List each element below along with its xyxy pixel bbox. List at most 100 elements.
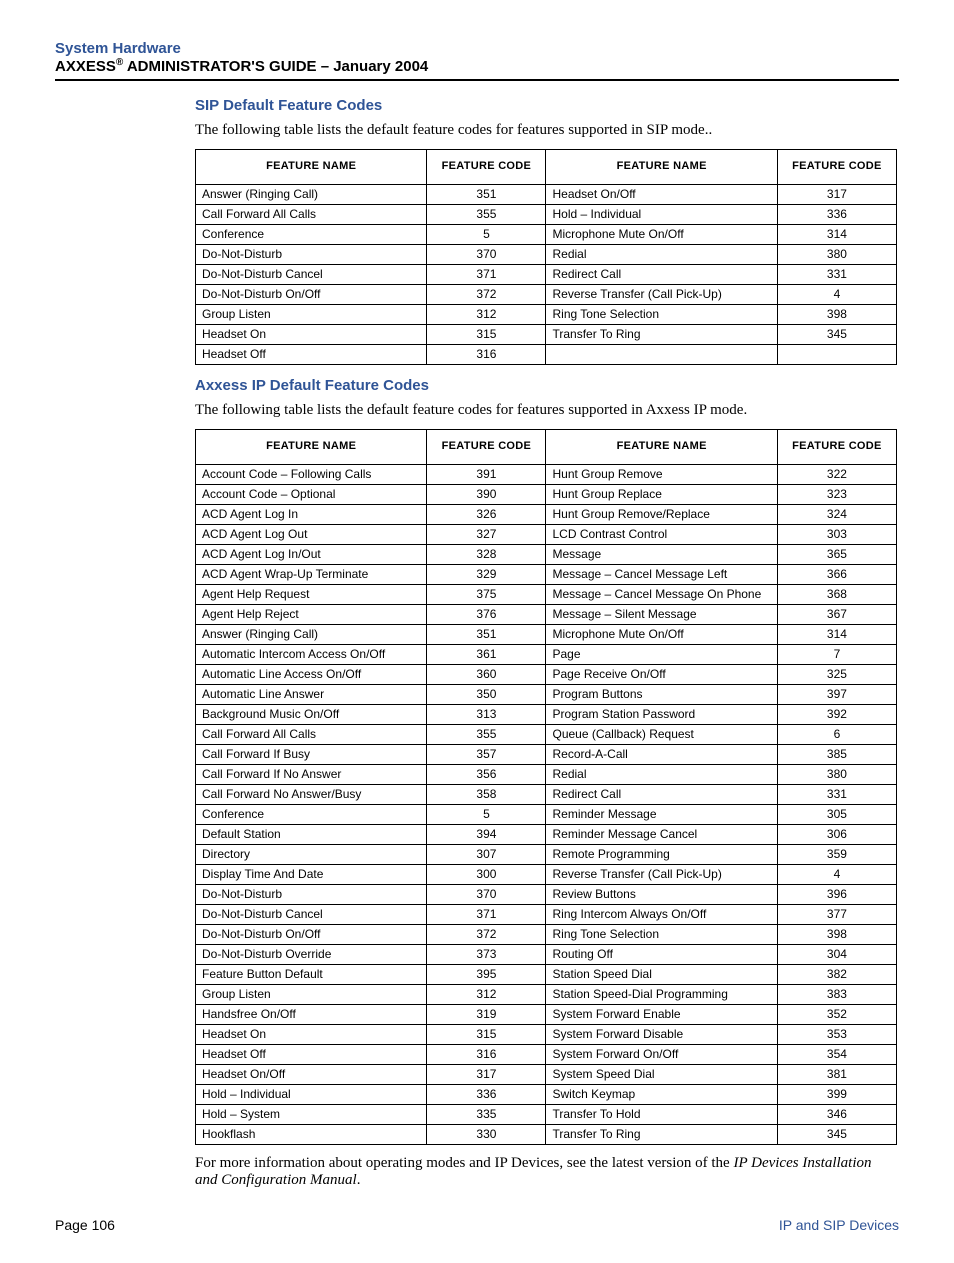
feature-name-cell: Answer (Ringing Call) <box>196 624 427 644</box>
table-row: Do-Not-Disturb Cancel371Redirect Call331 <box>196 264 897 284</box>
feature-code-cell: 366 <box>777 564 896 584</box>
closing-paragraph: For more information about operating mod… <box>195 1155 897 1189</box>
feature-name-cell: Transfer To Ring <box>546 324 777 344</box>
table-row: Answer (Ringing Call)351Headset On/Off31… <box>196 184 897 204</box>
table-row: Headset Off316System Forward On/Off354 <box>196 1044 897 1064</box>
feature-name-cell: Microphone Mute On/Off <box>546 624 777 644</box>
feature-name-cell: Do-Not-Disturb <box>196 244 427 264</box>
feature-code-cell <box>777 344 896 364</box>
feature-code-cell: 352 <box>777 1004 896 1024</box>
feature-code-cell: 303 <box>777 524 896 544</box>
feature-name-cell: Page <box>546 644 777 664</box>
table-row: Hookflash330Transfer To Ring345 <box>196 1124 897 1144</box>
feature-code-cell: 316 <box>427 1044 546 1064</box>
feature-name-cell: Page Receive On/Off <box>546 664 777 684</box>
closing-post: . <box>357 1172 361 1188</box>
feature-code-cell: 7 <box>777 644 896 664</box>
feature-name-cell: Headset Off <box>196 1044 427 1064</box>
feature-name-cell: Do-Not-Disturb Cancel <box>196 264 427 284</box>
table-row: Group Listen312Station Speed-Dial Progra… <box>196 984 897 1004</box>
feature-code-cell: 383 <box>777 984 896 1004</box>
table-row: Call Forward If Busy357Record-A-Call385 <box>196 744 897 764</box>
feature-name-cell: Message – Silent Message <box>546 604 777 624</box>
feature-name-cell: Call Forward All Calls <box>196 724 427 744</box>
table-row: Agent Help Reject376Message – Silent Mes… <box>196 604 897 624</box>
header-title-line1: System Hardware <box>55 40 899 57</box>
table-row: Automatic Intercom Access On/Off361Page7 <box>196 644 897 664</box>
table-row: Call Forward No Answer/Busy358Redirect C… <box>196 784 897 804</box>
header-title-line2: AXXESS® ADMINISTRATOR'S GUIDE – January … <box>55 57 899 75</box>
col-feature-name: FEATURE NAME <box>196 150 427 185</box>
feature-code-cell: 336 <box>777 204 896 224</box>
feature-code-cell: 396 <box>777 884 896 904</box>
section-intro-axxess: The following table lists the default fe… <box>195 402 897 419</box>
table-row: Do-Not-Disturb370Review Buttons396 <box>196 884 897 904</box>
brand-name: AXXESS <box>55 58 116 75</box>
feature-name-cell: Station Speed-Dial Programming <box>546 984 777 1004</box>
feature-code-cell: 354 <box>777 1044 896 1064</box>
feature-name-cell: Answer (Ringing Call) <box>196 184 427 204</box>
table-row: Do-Not-Disturb Override373Routing Off304 <box>196 944 897 964</box>
feature-code-cell: 397 <box>777 684 896 704</box>
feature-code-cell: 357 <box>427 744 546 764</box>
feature-name-cell: Routing Off <box>546 944 777 964</box>
col-feature-code: FEATURE CODE <box>777 150 896 185</box>
feature-name-cell: Switch Keymap <box>546 1084 777 1104</box>
table-row: Feature Button Default395Station Speed D… <box>196 964 897 984</box>
col-feature-code: FEATURE CODE <box>427 150 546 185</box>
feature-name-cell: Message – Cancel Message On Phone <box>546 584 777 604</box>
table-row: ACD Agent Log In/Out328Message365 <box>196 544 897 564</box>
feature-code-cell: 331 <box>777 264 896 284</box>
feature-code-cell: 391 <box>427 464 546 484</box>
table-row: Hold – Individual336Switch Keymap399 <box>196 1084 897 1104</box>
table-row: Display Time And Date300Reverse Transfer… <box>196 864 897 884</box>
feature-name-cell: Microphone Mute On/Off <box>546 224 777 244</box>
feature-name-cell: Call Forward No Answer/Busy <box>196 784 427 804</box>
table-row: Do-Not-Disturb Cancel371Ring Intercom Al… <box>196 904 897 924</box>
feature-code-cell: 300 <box>427 864 546 884</box>
feature-name-cell: Agent Help Request <box>196 584 427 604</box>
table-row: Headset On315System Forward Disable353 <box>196 1024 897 1044</box>
feature-code-cell: 304 <box>777 944 896 964</box>
feature-code-cell: 317 <box>777 184 896 204</box>
feature-code-cell: 394 <box>427 824 546 844</box>
feature-code-cell: 305 <box>777 804 896 824</box>
feature-code-cell: 314 <box>777 224 896 244</box>
feature-code-cell: 316 <box>427 344 546 364</box>
feature-name-cell: Redial <box>546 244 777 264</box>
feature-name-cell: Message – Cancel Message Left <box>546 564 777 584</box>
feature-name-cell: Redial <box>546 764 777 784</box>
feature-code-cell: 331 <box>777 784 896 804</box>
feature-code-cell: 327 <box>427 524 546 544</box>
table-row: Conference5Microphone Mute On/Off314 <box>196 224 897 244</box>
page-content: SIP Default Feature Codes The following … <box>55 97 899 1189</box>
feature-name-cell: Transfer To Ring <box>546 1124 777 1144</box>
feature-name-cell: System Speed Dial <box>546 1064 777 1084</box>
feature-name-cell: Call Forward If Busy <box>196 744 427 764</box>
feature-code-cell: 398 <box>777 304 896 324</box>
col-feature-name: FEATURE NAME <box>196 429 427 464</box>
table-row: Account Code – Optional390Hunt Group Rep… <box>196 484 897 504</box>
feature-name-cell: Background Music On/Off <box>196 704 427 724</box>
feature-name-cell: Hookflash <box>196 1124 427 1144</box>
feature-name-cell: System Forward On/Off <box>546 1044 777 1064</box>
feature-code-cell: 372 <box>427 284 546 304</box>
feature-name-cell: Hunt Group Remove/Replace <box>546 504 777 524</box>
feature-name-cell: Redirect Call <box>546 264 777 284</box>
feature-code-cell: 351 <box>427 624 546 644</box>
feature-code-cell: 312 <box>427 984 546 1004</box>
closing-pre: For more information about operating mod… <box>195 1155 733 1171</box>
feature-code-cell: 392 <box>777 704 896 724</box>
feature-code-cell: 376 <box>427 604 546 624</box>
feature-code-cell: 370 <box>427 884 546 904</box>
feature-name-cell: Group Listen <box>196 304 427 324</box>
feature-name-cell: Do-Not-Disturb Cancel <box>196 904 427 924</box>
feature-name-cell: Reverse Transfer (Call Pick-Up) <box>546 284 777 304</box>
table-row: Call Forward All Calls355Queue (Callback… <box>196 724 897 744</box>
feature-code-cell: 385 <box>777 744 896 764</box>
feature-code-cell: 399 <box>777 1084 896 1104</box>
table-row: Account Code – Following Calls391Hunt Gr… <box>196 464 897 484</box>
feature-code-cell: 336 <box>427 1084 546 1104</box>
table-row: Default Station394Reminder Message Cance… <box>196 824 897 844</box>
feature-code-cell: 350 <box>427 684 546 704</box>
